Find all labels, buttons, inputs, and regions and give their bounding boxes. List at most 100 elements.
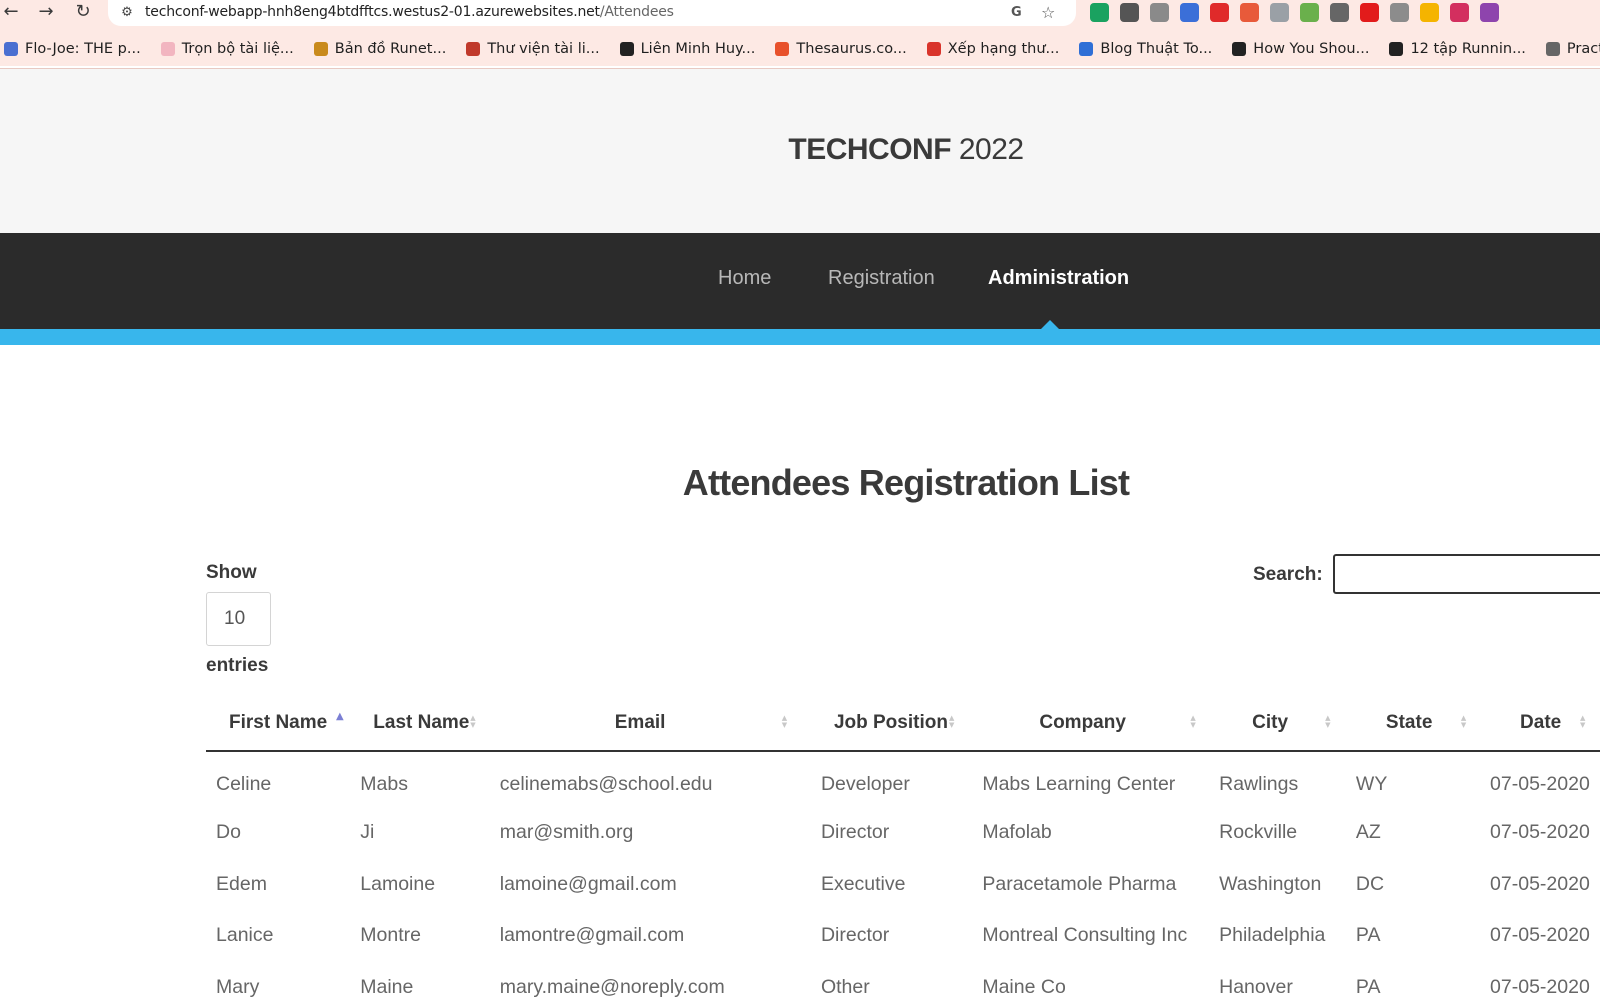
table-body: Celine Mabs celinemabs@school.edu Developer… (206, 751, 1600, 997)
column-header-label: Email (614, 712, 666, 733)
bookmark-label: Xếp hạng thư... (947, 41, 1060, 57)
forward-icon[interactable]: → (35, 2, 57, 24)
company-cell: Paracetamole Pharma (982, 872, 1177, 895)
column-header-date[interactable]: Date ▲ ▼ (1480, 697, 1600, 752)
search-input[interactable] (1333, 554, 1600, 594)
extension-icon[interactable] (1450, 3, 1469, 22)
date-cell: 07-05-2020 (1490, 872, 1590, 895)
bookmark-star-icon[interactable]: ☆ (1041, 3, 1055, 22)
bookmark-item[interactable]: Thư viện tài li... (466, 36, 600, 62)
address-bar[interactable]: ⚙ techconf-webapp-hnh8eng4btdfftcs.westu… (108, 0, 1076, 26)
url-host: techconf-webapp-hnh8eng4btdfftcs.westus2… (145, 4, 600, 20)
bookmark-item[interactable]: Thesaurus.co... (775, 36, 907, 62)
extensions-toolbar (1090, 3, 1499, 23)
column-header-email[interactable]: Email ▲ ▼ (489, 697, 811, 752)
job-position-cell: Executive (820, 872, 906, 895)
site-header: TECHCONF 2022 (0, 69, 1600, 233)
column-header-city[interactable]: City ▲ ▼ (1209, 697, 1346, 752)
job-position-cell: Director (820, 924, 890, 947)
extension-icon[interactable] (1300, 3, 1319, 22)
extension-icon[interactable] (1270, 3, 1289, 22)
column-header-company[interactable]: Company ▲ ▼ (972, 697, 1210, 752)
email-cell: mar@smith.org (499, 821, 634, 844)
bookmark-item[interactable]: Flo-Joe: THE p... (4, 36, 141, 62)
sort-icon: ▲ ▼ (781, 714, 788, 729)
back-icon[interactable]: ← (0, 2, 22, 24)
bookmark-item[interactable]: Bản đồ Runet... (313, 36, 446, 62)
column-header-label: Last Name (373, 712, 470, 733)
table-row: Celine Mabs celinemabs@school.edu Developer… (206, 751, 1600, 807)
url-path: /Attendees (599, 4, 674, 20)
extension-icon[interactable] (1210, 3, 1229, 22)
first-name-cell: Do (216, 821, 241, 844)
column-header-label: City (1252, 712, 1289, 733)
bookmark-favicon-icon (466, 42, 481, 56)
bookmark-favicon-icon (1079, 42, 1094, 56)
city-cell: Rawlings (1219, 773, 1299, 795)
bookmark-item[interactable]: Trọn bộ tài liệ... (160, 36, 294, 62)
extension-icon[interactable] (1120, 3, 1139, 22)
column-header-label: State (1385, 712, 1433, 733)
city-cell: Washington (1219, 872, 1322, 895)
reload-icon[interactable]: ↻ (72, 2, 94, 24)
toolbar-gap (0, 26, 1600, 36)
bookmark-item[interactable]: 12 tập Runnin... (1389, 36, 1526, 62)
first-name-cell: Celine (216, 773, 272, 795)
last-name-cell: Mabs (360, 773, 408, 795)
site-info-icon[interactable]: ⚙ (118, 4, 136, 22)
bookmark-label: Thesaurus.co... (796, 41, 907, 57)
main-nav: Home Registration Administration (0, 233, 1600, 329)
state-cell: AZ (1355, 821, 1381, 844)
first-name-cell: Edem (216, 872, 267, 895)
table-header-row: First Name ▲ Last Name ▲ ▼ Email ▲ ▼ Job Positio… (206, 697, 1600, 752)
site-title[interactable]: TECHCONF 2022 (0, 133, 1600, 167)
bookmark-favicon-icon (775, 42, 790, 56)
browser-toolbar: ← → ↻ ⚙ techconf-webapp-hnh8eng4btdfftcs… (0, 0, 1600, 26)
column-header-first-name[interactable]: First Name ▲ (206, 697, 351, 752)
sort-icon: ▲ ▼ (1580, 714, 1586, 729)
last-name-cell: Lamoine (360, 872, 436, 895)
company-cell: Maine Co (982, 975, 1066, 997)
extension-icon[interactable] (1420, 3, 1439, 22)
extension-icon[interactable] (1090, 3, 1109, 22)
state-cell: PA (1355, 975, 1381, 997)
nav-registration[interactable]: Registration (828, 267, 935, 290)
entries-length-select[interactable]: 10 (206, 592, 271, 646)
extension-icon[interactable] (1480, 3, 1499, 22)
bookmark-item[interactable]: Xếp hạng thư... (926, 36, 1060, 62)
city-cell: Philadelphia (1219, 924, 1326, 947)
bookmark-label: Thư viện tài li... (487, 41, 600, 57)
bookmark-item[interactable]: How You Shou... (1232, 36, 1369, 62)
extension-icon[interactable] (1330, 3, 1349, 22)
column-header-state[interactable]: State ▲ ▼ (1345, 697, 1481, 752)
extension-icon[interactable] (1390, 3, 1409, 22)
sort-icon: ▲ ▼ (1325, 714, 1331, 729)
company-cell: Mafolab (982, 821, 1052, 844)
bookmark-favicon-icon (313, 42, 328, 56)
extension-icon[interactable] (1180, 3, 1199, 22)
first-name-cell: Lanice (216, 924, 274, 947)
column-header-label: Date (1520, 712, 1562, 733)
column-header-label: Company (1039, 712, 1126, 733)
bookmark-favicon-icon (1232, 42, 1247, 56)
nav-home[interactable]: Home (718, 267, 771, 290)
bookmark-favicon-icon (160, 42, 175, 56)
url-text[interactable]: techconf-webapp-hnh8eng4btdfftcs.westus2… (145, 4, 674, 20)
bookmark-label: How You Shou... (1253, 41, 1370, 57)
bookmark-item[interactable]: Pract (1545, 36, 1600, 62)
column-header-last-name[interactable]: Last Name ▲ ▼ (350, 697, 490, 752)
translate-icon[interactable]: G (1011, 5, 1022, 20)
bookmark-label: Blog Thuật To... (1100, 41, 1213, 57)
extension-icon[interactable] (1360, 3, 1379, 22)
nav-administration[interactable]: Administration (988, 267, 1129, 290)
table-row: Do Ji mar@smith.org Director Mafolab Rockvill… (206, 807, 1600, 859)
search-label: Search: (1253, 564, 1323, 585)
bookmark-item[interactable]: Blog Thuật To... (1079, 36, 1212, 62)
email-cell: lamontre@gmail.com (499, 924, 685, 947)
bookmark-item[interactable]: Liên Minh Huy... (619, 36, 755, 62)
column-header-job-position[interactable]: Job Position ▲ ▼ (810, 697, 973, 752)
extension-icon[interactable] (1240, 3, 1259, 22)
site-title-brand: TECHCONF (788, 133, 952, 166)
nav-accent-strip (0, 329, 1600, 345)
extension-icon[interactable] (1150, 3, 1169, 22)
